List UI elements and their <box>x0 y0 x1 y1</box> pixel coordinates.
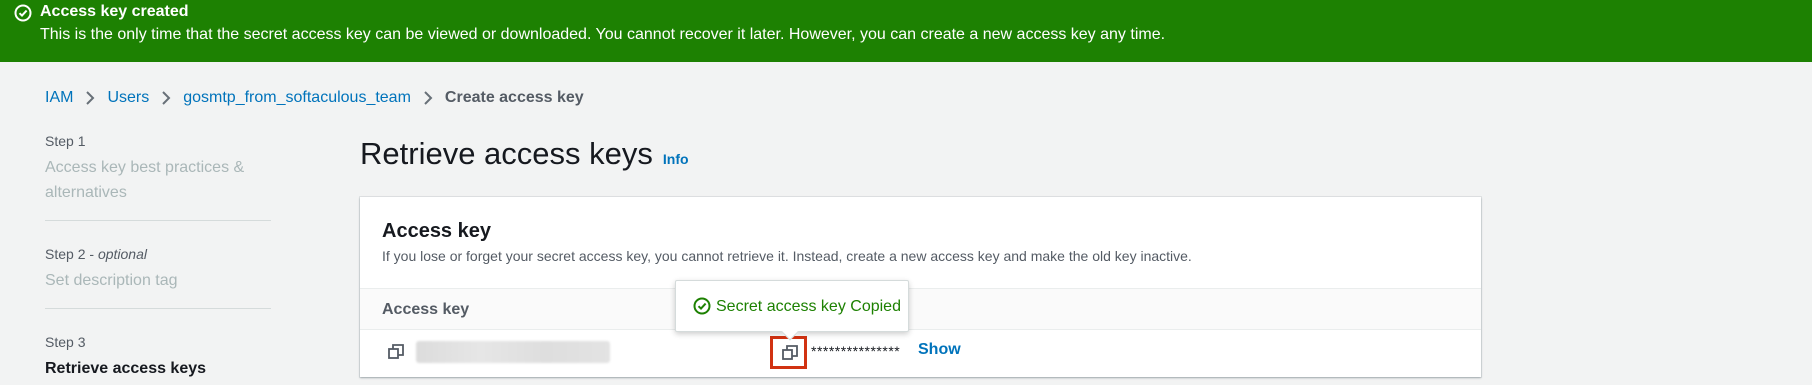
breadcrumb-iam[interactable]: IAM <box>45 89 73 107</box>
flash-title: Access key created <box>40 3 189 20</box>
step-title[interactable]: Set description tag <box>45 268 271 293</box>
copy-secret-highlight <box>770 336 807 369</box>
breadcrumb-user[interactable]: gosmtp_from_softaculous_team <box>183 89 411 107</box>
table-header: Access key <box>360 288 1481 330</box>
secret-access-key-masked: *************** <box>811 343 901 359</box>
copied-popover: Secret access key Copied <box>675 280 909 341</box>
card-title: Access key <box>382 220 491 242</box>
step-2: Step 2 - optional Set description tag <box>45 245 271 293</box>
card-description: If you lose or forget your secret access… <box>382 248 1192 264</box>
wizard-steps: Step 1 Access key best practices & alter… <box>45 132 271 381</box>
flash-message: This is the only time that the secret ac… <box>40 26 1166 43</box>
breadcrumb-current: Create access key <box>444 89 584 106</box>
step-divider <box>45 220 271 221</box>
breadcrumb: IAM Users gosmtp_from_softaculous_team C… <box>45 87 584 109</box>
step-1: Step 1 Access key best practices & alter… <box>45 132 271 205</box>
check-circle-icon <box>693 297 711 315</box>
table-row: *************** Show <box>360 330 1481 374</box>
info-link[interactable]: Info <box>663 151 689 167</box>
chevron-right-icon <box>411 87 445 109</box>
chevron-right-icon <box>149 87 183 109</box>
access-key-container: Access key If you lose or forget your se… <box>360 197 1481 377</box>
chevron-right-icon <box>73 87 107 109</box>
show-secret-link[interactable]: Show <box>918 341 961 359</box>
copy-icon[interactable] <box>781 344 799 362</box>
page-header: Retrieve access keys Info <box>360 134 689 174</box>
copied-message: Secret access key Copied <box>716 298 901 315</box>
step-title[interactable]: Access key best practices & alternatives <box>45 155 271 205</box>
step-divider <box>45 308 271 309</box>
step-number: Step 3 <box>45 334 86 350</box>
column-header-access-key: Access key <box>382 301 470 318</box>
success-flashbar: Access key created This is the only time… <box>0 0 1812 62</box>
breadcrumb-users[interactable]: Users <box>107 89 149 107</box>
step-number: Step 1 <box>45 133 86 149</box>
step-title-active: Retrieve access keys <box>45 360 207 377</box>
copy-icon[interactable] <box>387 343 405 361</box>
page-title: Retrieve access keys <box>360 136 653 171</box>
step-optional: optional <box>97 246 147 262</box>
check-circle-icon <box>14 4 32 22</box>
step-number: Step 2 - optional <box>45 246 147 262</box>
access-key-id-redacted <box>416 341 610 363</box>
step-3: Step 3 Retrieve access keys <box>45 333 271 381</box>
